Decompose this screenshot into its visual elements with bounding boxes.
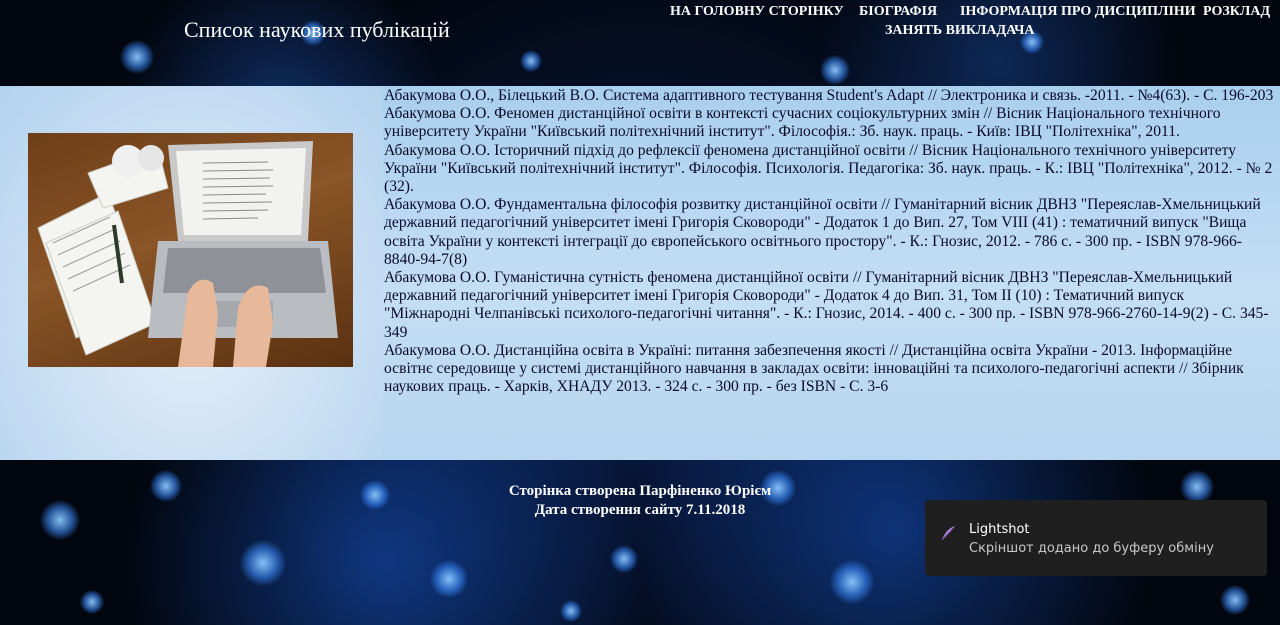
laptop-illustration [37,141,338,367]
bokeh-dot [610,545,638,573]
feather-icon [941,526,955,541]
page-title: Список наукових публікацій [184,17,450,42]
nav-biography-link[interactable]: БІОГРАФІЯ [859,4,937,20]
publication-item: Абакумова О.О. Історичний підхід до рефл… [384,141,1273,196]
publication-item: Абакумова О.О. Феномен дистанційної осві… [384,105,1221,141]
nav-schedule-link-continued[interactable]: ЗАНЯТЬ ВИКЛАДАЧА [885,23,1035,39]
nav-disciplines-link[interactable]: ІНФОРМАЦІЯ ПРО ДИСЦИПЛІНИ [960,4,1196,20]
publication-list: Абакумова О.О., Білецький В.О. Система а… [384,87,1274,396]
notification-title: Lightshot [969,522,1030,537]
notification-message: Скріншот додано до буферу обміну [969,541,1214,556]
bokeh-dot [430,560,468,598]
site-header: Список наукових публікацій НА ГОЛОВНУ СТ… [0,0,1280,86]
nav-schedule-link[interactable]: РОЗКЛАД [1203,4,1270,20]
publication-item: Абакумова О.О. Гуманістична сутність фен… [384,269,1269,341]
publication-item: Абакумова О.О. Фундаментальна філософія … [384,196,1261,268]
footer-author: Сторінка створена Парфіненко Юрієм [508,483,772,499]
image-column [0,86,383,460]
nav-home-link[interactable]: НА ГОЛОВНУ СТОРІНКУ [670,4,844,20]
bokeh-dot [80,590,104,614]
content-panel: Абакумова О.О., Білецький В.О. Система а… [0,86,1280,460]
bokeh-dot [1220,585,1250,615]
bokeh-dot [240,540,286,586]
bokeh-dot [560,600,582,622]
publication-item: Абакумова О.О., Білецький В.О. Система а… [384,87,1274,104]
publication-item: Абакумова О.О. Дистанційна освіта в Укра… [384,341,1244,396]
laptop-photo [28,133,353,367]
lightshot-notification[interactable]: Lightshot Скріншот додано до буферу обмі… [925,500,1267,576]
bokeh-dot [830,560,874,604]
